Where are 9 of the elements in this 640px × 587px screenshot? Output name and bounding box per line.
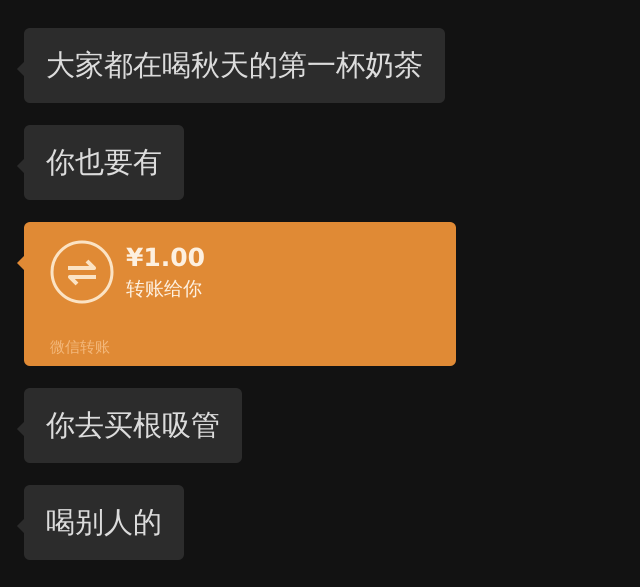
message-bubble: 喝别人的 [24, 485, 184, 560]
message-bubble: 你去买根吸管 [24, 388, 242, 463]
transfer-icon [50, 240, 114, 304]
transfer-footer: 微信转账 [50, 336, 110, 358]
transfer-note: 转账给你 [126, 277, 203, 302]
transfer-amount: ¥1.00 [126, 242, 206, 274]
transfer-card[interactable]: ¥1.00 转账给你 微信转账 [24, 222, 456, 366]
message-bubble: 大家都在喝秋天的第一杯奶茶 [24, 28, 445, 103]
message-bubble: 你也要有 [24, 125, 184, 200]
